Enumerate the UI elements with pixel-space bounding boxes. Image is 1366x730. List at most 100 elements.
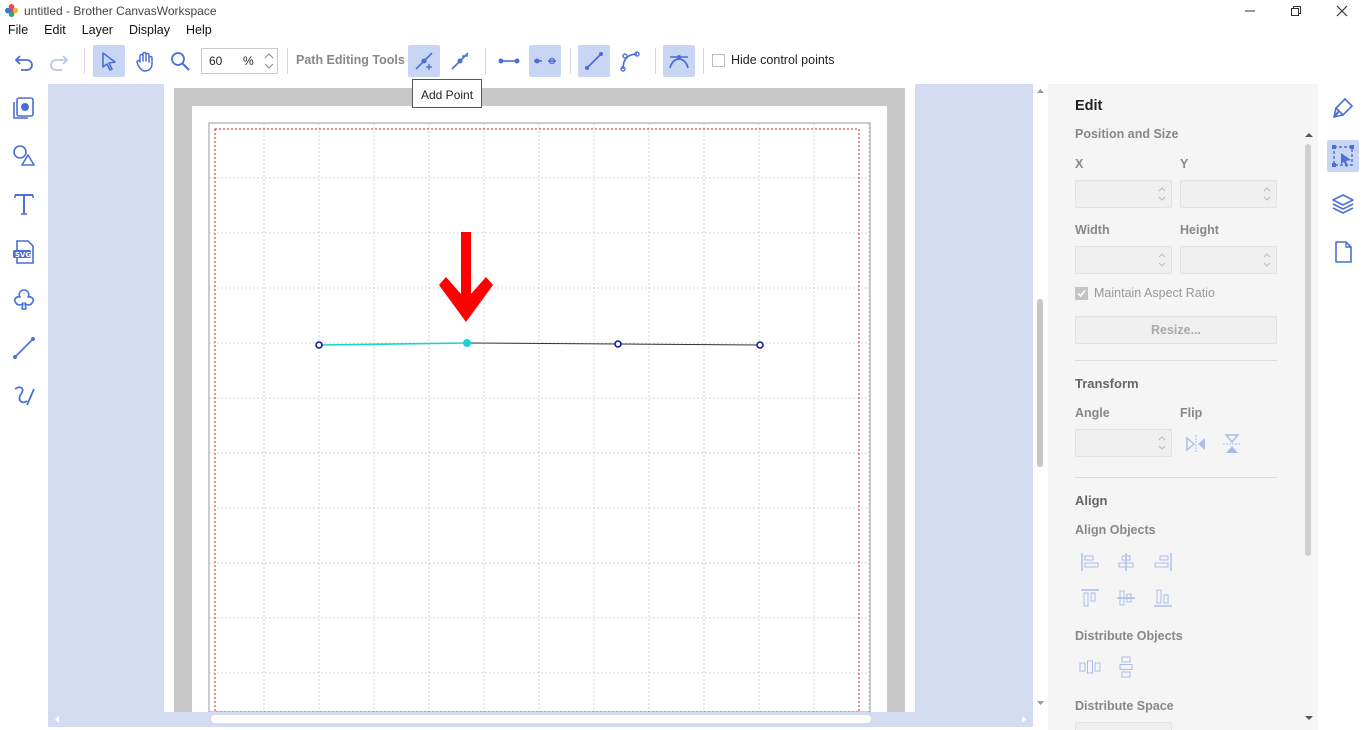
flip-vertical-button[interactable] [1221,433,1243,455]
zoom-input[interactable]: 60 % [201,48,278,74]
scroll-right-icon[interactable] [1017,712,1031,727]
close-button[interactable] [1319,0,1365,22]
red-down-arrow [439,232,493,322]
path-point[interactable] [315,341,323,349]
distribute-horizontal-button[interactable] [1079,656,1101,678]
menu-edit[interactable]: Edit [36,22,74,40]
zoom-tool-button[interactable] [164,45,196,77]
toolbar-separator [703,48,704,74]
align-bottom-button[interactable] [1152,587,1174,609]
vertical-scrollbar[interactable] [1033,84,1048,712]
height-field[interactable] [1180,246,1277,274]
hand-icon [136,51,153,72]
join-points-button[interactable] [493,45,525,77]
path-segment[interactable] [617,343,761,346]
align-heading: Align [1075,493,1108,508]
canvas-area[interactable] [48,84,1033,712]
menu-help[interactable]: Help [178,22,220,40]
shapes-button[interactable] [8,140,40,172]
curve-button[interactable] [614,45,646,77]
scroll-corner [1033,712,1048,727]
page-panel-button[interactable] [1327,236,1359,268]
path-point[interactable] [614,340,622,348]
undo-icon [14,55,33,71]
distribute-vertical-button[interactable] [1115,656,1137,678]
app-logo-icon [4,3,19,18]
restore-button[interactable] [1273,0,1319,22]
x-stepper-icon[interactable] [1156,183,1168,205]
undo-button[interactable] [8,45,40,77]
mat-grid [209,123,870,712]
layers-panel-button[interactable] [1327,188,1359,220]
distribute-space-label: Distribute Space [1075,699,1174,713]
align-objects-label: Align Objects [1075,523,1156,537]
align-right-button[interactable] [1152,551,1174,573]
width-field[interactable] [1075,246,1172,274]
close-icon [1336,5,1348,17]
horizontal-scroll-thumb[interactable] [211,715,871,723]
align-center-button[interactable] [1115,551,1137,573]
line-button[interactable] [8,332,40,364]
select-tool-button[interactable] [93,45,125,77]
drawing-surface[interactable] [48,84,1033,712]
flip-horizontal-button[interactable] [1185,433,1207,455]
curve-icon [620,51,640,72]
edit-panel-button[interactable] [1327,140,1359,172]
path-point[interactable] [756,341,764,349]
align-left-button[interactable] [1079,551,1101,573]
distribute-space-field[interactable] [1075,722,1172,730]
menu-display[interactable]: Display [121,22,178,40]
angle-field[interactable] [1075,429,1172,457]
x-field[interactable] [1075,180,1172,208]
panel-scrollbar[interactable] [1300,128,1318,726]
edit-panel: Edit Position and Size X Y Width Height … [1048,84,1318,730]
straight-line-button[interactable] [578,45,610,77]
aspect-checkbox-box[interactable] [1075,286,1088,300]
maintain-aspect-ratio-checkbox[interactable]: Maintain Aspect Ratio [1075,286,1215,300]
y-stepper-icon[interactable] [1261,183,1273,205]
hide-control-points-checkbox[interactable]: Hide control points [712,53,835,67]
join-points-icon [498,58,520,64]
panel-title: Edit [1075,98,1103,114]
checkbox-box[interactable] [712,53,725,67]
split-point-button[interactable] [529,45,561,77]
menu-layer[interactable]: Layer [74,22,121,40]
path-editing-tools-label: Path Editing Tools [296,53,405,67]
y-field[interactable] [1180,180,1277,208]
width-stepper-icon[interactable] [1156,249,1168,271]
scroll-down-icon[interactable] [1033,696,1048,710]
resize-button[interactable]: Resize... [1075,316,1277,344]
title-bar: untitled - Brother CanvasWorkspace [0,0,1366,22]
flip-label: Flip [1180,406,1203,420]
zoom-value: 60 [209,54,223,68]
minimize-button[interactable] [1227,0,1273,22]
smooth-point-button[interactable] [663,45,695,77]
horizontal-scrollbar[interactable] [48,712,1033,727]
add-point-button[interactable] [408,45,440,77]
text-button[interactable] [8,188,40,220]
zoom-stepper-icon[interactable] [261,49,277,73]
freehand-button[interactable] [8,380,40,412]
path-segment[interactable] [466,342,619,345]
redo-button[interactable] [43,45,75,77]
hand-tool-button[interactable] [129,45,161,77]
align-top-button[interactable] [1079,587,1101,609]
toolbar-separator [570,48,571,74]
panel-scroll-thumb[interactable] [1305,144,1311,556]
menu-file[interactable]: File [0,22,36,40]
scroll-left-icon[interactable] [50,712,64,727]
delete-point-button[interactable] [444,45,476,77]
toolbar-separator [287,48,288,74]
angle-stepper-icon[interactable] [1156,432,1168,454]
panel-scroll-up-icon[interactable] [1300,129,1318,141]
height-stepper-icon[interactable] [1261,249,1273,271]
scroll-up-icon[interactable] [1033,84,1048,98]
align-middle-button[interactable] [1115,587,1137,609]
pattern-button[interactable] [8,92,40,124]
panel-scroll-down-icon[interactable] [1300,712,1318,724]
selected-path-point[interactable] [463,339,471,347]
paint-panel-button[interactable] [1327,92,1359,124]
image-trace-button[interactable] [8,284,40,316]
vertical-scroll-thumb[interactable] [1037,299,1043,467]
svg-import-button[interactable]: SVG [8,236,40,268]
